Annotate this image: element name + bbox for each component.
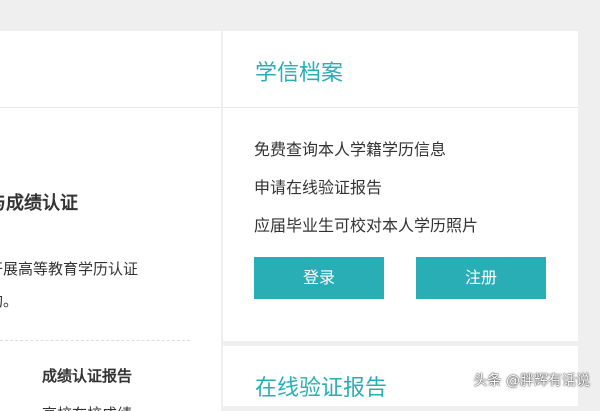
card-header: 学信档案 [223,31,578,108]
certification-heading: 与成绩认证 [0,193,78,214]
watermark: 头条 @胖辉有话说 [473,373,590,389]
xuexin-archive-title[interactable]: 学信档案 [255,55,343,87]
feature-list: 免费查询本人学籍学历信息 申请在线验证报告 应届毕业生可校对本人学历照片 [254,131,478,245]
certification-card: 与成绩认证 开展高等教育学历认证 构。 成绩认证报告 高校在校成绩 [0,31,221,411]
dashed-divider [0,340,190,341]
login-button[interactable]: 登录 [254,257,384,299]
feature-item: 申请在线验证报告 [254,178,383,197]
report-title: 成绩认证报告 [42,367,133,385]
feature-item: 免费查询本人学籍学历信息 [254,140,447,159]
description-line: 构。 [0,292,19,310]
feature-item: 应届毕业生可校对本人学历照片 [254,216,479,235]
certification-description: 开展高等教育学历认证 构。 [0,253,188,317]
description-line: 开展高等教育学历认证 [0,260,139,278]
register-button[interactable]: 注册 [416,257,546,299]
xuexin-archive-card: 学信档案 免费查询本人学籍学历信息 申请在线验证报告 应届毕业生可校对本人学历照… [223,31,578,341]
online-verification-title[interactable]: 在线验证报告 [255,370,387,402]
card-header-band [0,31,221,108]
report-link-school-grades[interactable]: 高校在校成绩 [42,403,132,411]
